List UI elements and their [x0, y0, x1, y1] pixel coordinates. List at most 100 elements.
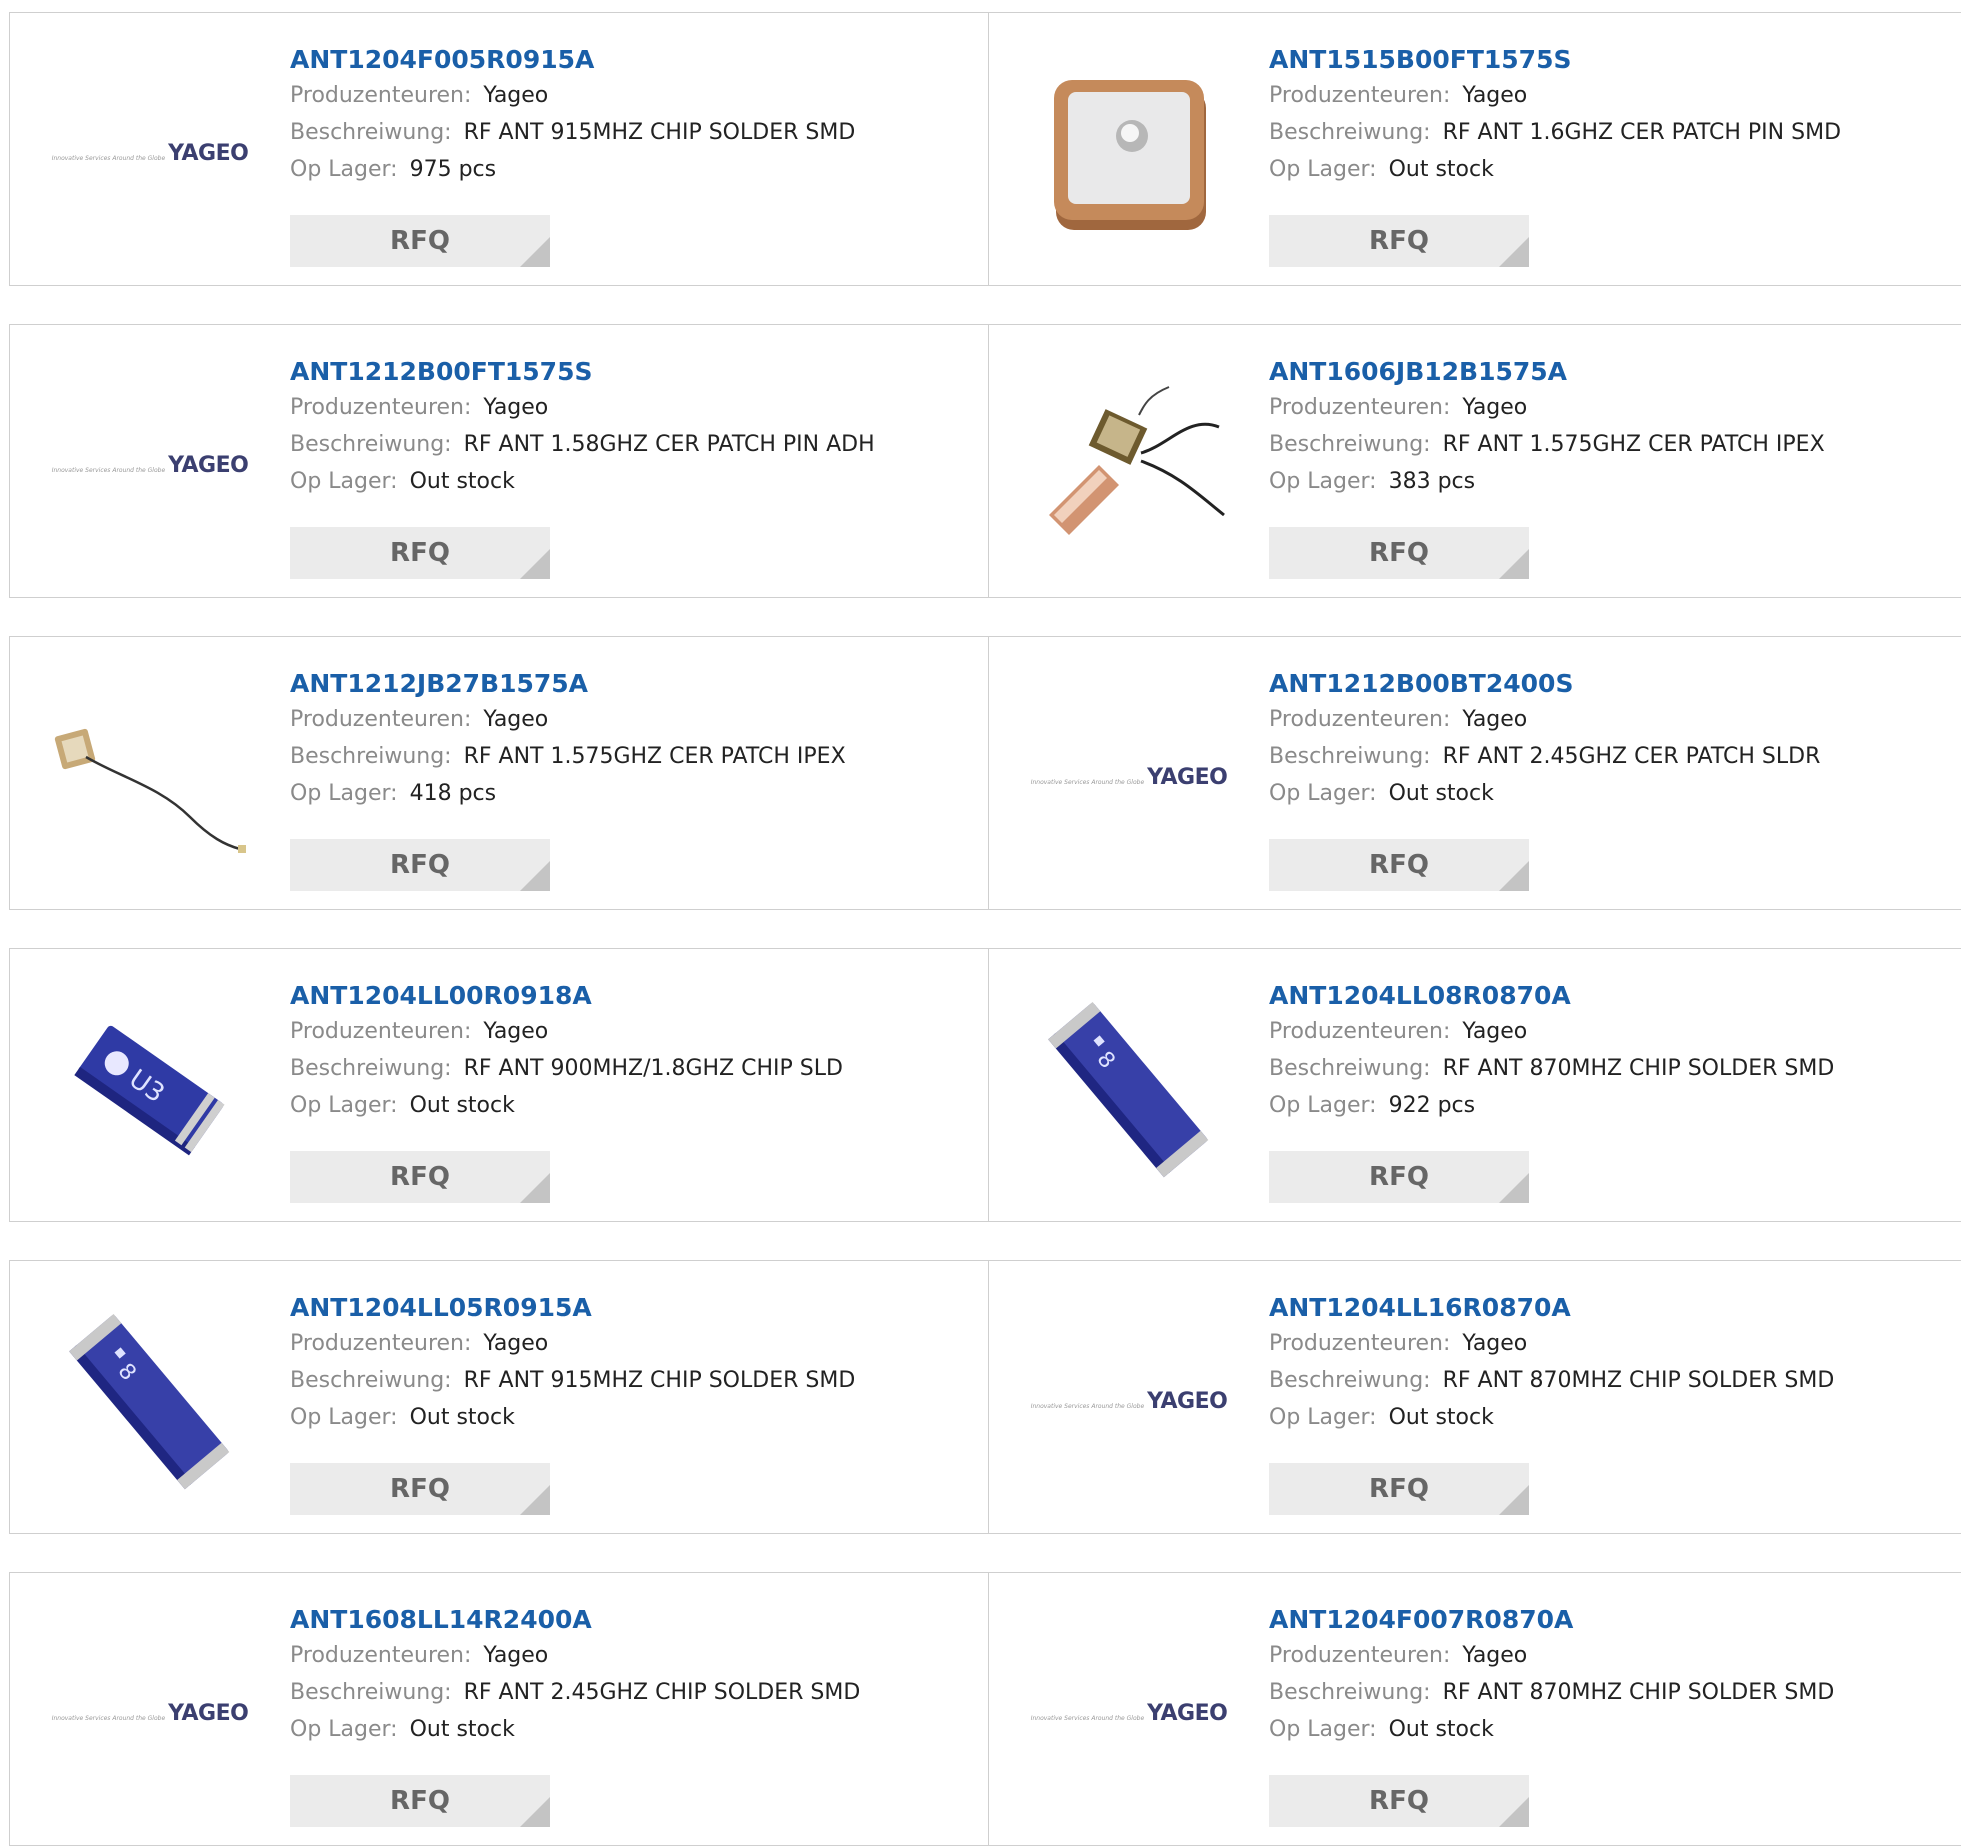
small-patch-cable-antenna-image: [54, 728, 246, 853]
rfq-corner-decoration: [1499, 1797, 1529, 1827]
manufacturer-line: Produzenteuren: Yageo: [1269, 1325, 1951, 1362]
rfq-button[interactable]: RFQ: [290, 1463, 550, 1515]
product-card: Innovative Services Around the Globe YAGE…: [989, 1573, 1961, 1845]
manufacturer-label: Produzenteuren:: [290, 1019, 472, 1044]
product-card: Innovative Services Around the Globe YAGE…: [10, 325, 989, 597]
rfq-label: RFQ: [1369, 1162, 1429, 1192]
blue-chip-antenna-long-image: 8: [1048, 1002, 1209, 1178]
product-card: Innovative Services Around the Globe YAGE…: [989, 637, 1961, 909]
stock-label: Op Lager:: [290, 1405, 398, 1430]
manufacturer-label: Produzenteuren:: [290, 707, 472, 732]
yageo-logo-brand: YAGEO: [1147, 764, 1228, 790]
manufacturer-value: Yageo: [483, 1331, 549, 1356]
product-image[interactable]: [1029, 53, 1229, 253]
part-number-link[interactable]: ANT1212B00FT1575S: [290, 355, 592, 389]
stock-value: 922 pcs: [1388, 1093, 1476, 1118]
rfq-button[interactable]: RFQ: [1269, 839, 1529, 891]
stock-value: 383 pcs: [1388, 469, 1476, 494]
rfq-button[interactable]: RFQ: [290, 1775, 550, 1827]
yageo-logo-brand: YAGEO: [1147, 1388, 1228, 1414]
product-image[interactable]: Innovative Services Around the Globe YAGE…: [1029, 1613, 1229, 1813]
yageo-logo-tagline: Innovative Services Around the Globe: [51, 154, 166, 162]
manufacturer-label: Produzenteuren:: [290, 1331, 472, 1356]
description-value: RF ANT 915MHZ CHIP SOLDER SMD: [463, 120, 856, 145]
yageo-logo-brand: YAGEO: [168, 1700, 249, 1726]
product-image[interactable]: [1029, 365, 1229, 565]
product-info: ANT1606JB12B1575A Produzenteuren: Yageo B…: [1269, 355, 1951, 500]
rfq-corner-decoration: [520, 1173, 550, 1203]
part-number-link[interactable]: ANT1212JB27B1575A: [290, 667, 588, 701]
product-image[interactable]: Innovative Services Around the Globe YAGE…: [1029, 677, 1229, 877]
manufacturer-line: Produzenteuren: Yageo: [290, 1325, 978, 1362]
manufacturer-line: Produzenteuren: Yageo: [290, 77, 978, 114]
rfq-button[interactable]: RFQ: [290, 527, 550, 579]
product-info: ANT1204F007R0870A Produzenteuren: Yageo B…: [1269, 1603, 1951, 1748]
stock-value: Out stock: [409, 1717, 515, 1742]
product-card: ANT1212JB27B1575A Produzenteuren: Yageo B…: [10, 637, 989, 909]
manufacturer-line: Produzenteuren: Yageo: [1269, 701, 1951, 738]
description-label: Beschreiwung:: [290, 120, 452, 145]
stock-value: 975 pcs: [409, 157, 497, 182]
rfq-corner-decoration: [520, 861, 550, 891]
product-image[interactable]: 8: [50, 1301, 250, 1501]
yageo-logo: Innovative Services Around the Globe YAGE…: [1031, 765, 1228, 790]
product-image[interactable]: Innovative Services Around the Globe YAGE…: [50, 53, 250, 253]
rfq-button[interactable]: RFQ: [1269, 1463, 1529, 1515]
product-info: ANT1204LL00R0918A Produzenteuren: Yageo B…: [290, 979, 978, 1124]
stock-value: Out stock: [409, 1093, 515, 1118]
description-value: RF ANT 1.6GHZ CER PATCH PIN SMD: [1442, 120, 1842, 145]
product-row: Innovative Services Around the Globe YAGE…: [9, 324, 1961, 598]
manufacturer-label: Produzenteuren:: [1269, 1331, 1451, 1356]
description-label: Beschreiwung:: [290, 1056, 452, 1081]
part-number-link[interactable]: ANT1204LL05R0915A: [290, 1291, 592, 1325]
stock-value: Out stock: [409, 1405, 515, 1430]
stock-value: Out stock: [1388, 781, 1494, 806]
rfq-button[interactable]: RFQ: [290, 839, 550, 891]
yageo-logo-tagline: Innovative Services Around the Globe: [1030, 778, 1145, 786]
description-line: Beschreiwung: RF ANT 1.575GHZ CER PATCH I…: [1269, 426, 1951, 463]
rfq-button[interactable]: RFQ: [1269, 215, 1529, 267]
product-info: ANT1608LL14R2400A Produzenteuren: Yageo B…: [290, 1603, 978, 1748]
rfq-label: RFQ: [1369, 538, 1429, 568]
manufacturer-value: Yageo: [1462, 1331, 1528, 1356]
product-image[interactable]: Innovative Services Around the Globe YAGE…: [50, 365, 250, 565]
rfq-button[interactable]: RFQ: [1269, 1151, 1529, 1203]
part-number-link[interactable]: ANT1204LL00R0918A: [290, 979, 592, 1013]
product-image[interactable]: 8: [1029, 989, 1229, 1189]
description-value: RF ANT 870MHZ CHIP SOLDER SMD: [1442, 1368, 1835, 1393]
description-value: RF ANT 2.45GHZ CHIP SOLDER SMD: [463, 1680, 861, 1705]
rfq-label: RFQ: [390, 226, 450, 256]
yageo-logo: Innovative Services Around the Globe YAGE…: [52, 141, 249, 166]
part-number-link[interactable]: ANT1606JB12B1575A: [1269, 355, 1567, 389]
product-image[interactable]: U3: [50, 989, 250, 1189]
description-value: RF ANT 915MHZ CHIP SOLDER SMD: [463, 1368, 856, 1393]
manufacturer-value: Yageo: [483, 707, 549, 732]
product-image[interactable]: Innovative Services Around the Globe YAGE…: [1029, 1301, 1229, 1501]
manufacturer-label: Produzenteuren:: [1269, 395, 1451, 420]
product-row: Innovative Services Around the Globe YAGE…: [9, 12, 1961, 286]
manufacturer-value: Yageo: [1462, 1019, 1528, 1044]
product-info: ANT1204F005R0915A Produzenteuren: Yageo B…: [290, 43, 978, 188]
description-label: Beschreiwung:: [1269, 744, 1431, 769]
manufacturer-value: Yageo: [1462, 1643, 1528, 1668]
part-number-link[interactable]: ANT1515B00FT1575S: [1269, 43, 1571, 77]
manufacturer-value: Yageo: [483, 83, 549, 108]
product-image[interactable]: Innovative Services Around the Globe YAGE…: [50, 1613, 250, 1813]
rfq-button[interactable]: RFQ: [1269, 1775, 1529, 1827]
rfq-label: RFQ: [390, 1474, 450, 1504]
part-number-link[interactable]: ANT1204F005R0915A: [290, 43, 594, 77]
patch-cable-antenna-image: [1049, 386, 1225, 535]
rfq-corner-decoration: [520, 1797, 550, 1827]
rfq-button[interactable]: RFQ: [290, 215, 550, 267]
part-number-link[interactable]: ANT1212B00BT2400S: [1269, 667, 1573, 701]
rfq-button[interactable]: RFQ: [290, 1151, 550, 1203]
stock-label: Op Lager:: [1269, 781, 1377, 806]
product-image[interactable]: [50, 677, 250, 877]
part-number-link[interactable]: ANT1608LL14R2400A: [290, 1603, 592, 1637]
rfq-button[interactable]: RFQ: [1269, 527, 1529, 579]
part-number-link[interactable]: ANT1204LL08R0870A: [1269, 979, 1571, 1013]
part-number-link[interactable]: ANT1204LL16R0870A: [1269, 1291, 1571, 1325]
description-label: Beschreiwung:: [290, 432, 452, 457]
part-number-link[interactable]: ANT1204F007R0870A: [1269, 1603, 1573, 1637]
blue-chip-antenna-long-image: 8: [69, 1314, 230, 1490]
